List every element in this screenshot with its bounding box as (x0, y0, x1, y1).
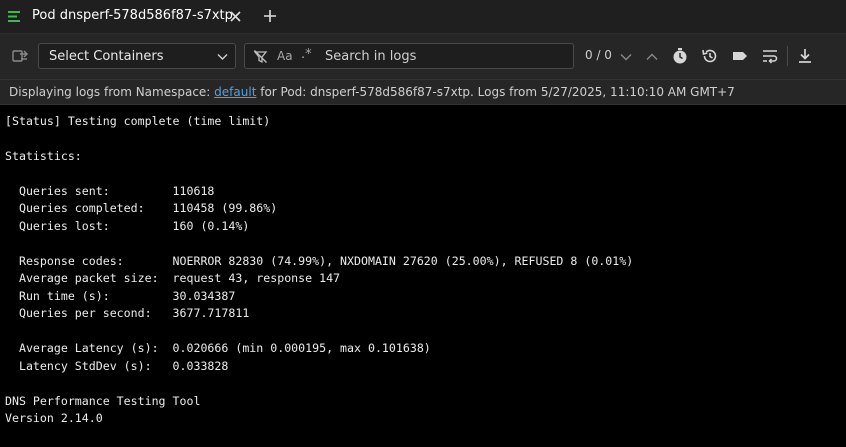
close-icon[interactable] (228, 9, 243, 24)
tab-pod-logs[interactable]: Pod dnsperf-578d586f87-s7xtp (0, 0, 252, 33)
tab-title: Pod dnsperf-578d586f87-s7xtp (32, 8, 233, 23)
log-toolbar: Select Containers Aa .* 0 / 0 (0, 34, 846, 80)
wrap-lines-icon[interactable] (761, 47, 779, 65)
info-suffix: for Pod: dnsperf-578d586f87-s7xtp. Logs … (256, 85, 735, 99)
log-line: Average Latency (s): 0.020666 (min 0.000… (5, 341, 431, 355)
container-select[interactable]: Select Containers (38, 43, 236, 69)
log-line: DNS Performance Testing Tool (5, 394, 201, 408)
log-line: Queries sent: 110618 (5, 184, 215, 198)
switch-container-icon[interactable] (11, 47, 29, 65)
log-line: Queries completed: 110458 (99.86%) (5, 201, 278, 215)
log-line: Average packet size: request 43, respons… (5, 271, 341, 285)
log-search-box: Aa .* (244, 43, 574, 69)
search-input[interactable] (325, 47, 565, 65)
log-line: Latency StdDev (s): 0.033828 (5, 359, 229, 373)
match-count: 0 / 0 (585, 48, 612, 62)
chevron-down-icon[interactable] (617, 48, 635, 66)
info-prefix: Displaying logs from Namespace: (9, 85, 215, 99)
add-tab-icon[interactable] (262, 8, 278, 24)
chevron-up-icon[interactable] (643, 48, 661, 66)
filter-off-icon[interactable] (253, 49, 268, 64)
log-line: Statistics: (5, 149, 82, 163)
container-select-label: Select Containers (49, 49, 164, 64)
log-line: [Status] Testing complete (time limit) (5, 114, 271, 128)
log-line: Queries per second: 3677.717811 (5, 306, 250, 320)
match-case-toggle[interactable]: Aa (277, 49, 293, 63)
label-icon[interactable] (731, 47, 749, 65)
logs-icon (8, 11, 20, 22)
history-icon[interactable] (701, 47, 719, 65)
timestamps-icon[interactable] (671, 47, 689, 65)
toolbar-divider (787, 46, 788, 66)
log-line: Run time (s): 30.034387 (5, 289, 236, 303)
log-line: Queries lost: 160 (0.14%) (5, 219, 250, 233)
tab-bar: Pod dnsperf-578d586f87-s7xtp (0, 0, 846, 34)
download-icon[interactable] (796, 47, 814, 65)
log-output: [Status] Testing complete (time limit) S… (0, 105, 846, 447)
namespace-link[interactable]: default (214, 85, 256, 99)
log-info-bar: Displaying logs from Namespace: default … (0, 80, 846, 105)
log-line: Response codes: NOERROR 82830 (74.99%), … (5, 254, 634, 268)
regex-toggle[interactable]: .* (301, 47, 312, 62)
log-line: Version 2.14.0 (5, 411, 103, 425)
log-info-text: Displaying logs from Namespace: default … (9, 85, 735, 99)
chevron-down-icon (217, 54, 228, 60)
